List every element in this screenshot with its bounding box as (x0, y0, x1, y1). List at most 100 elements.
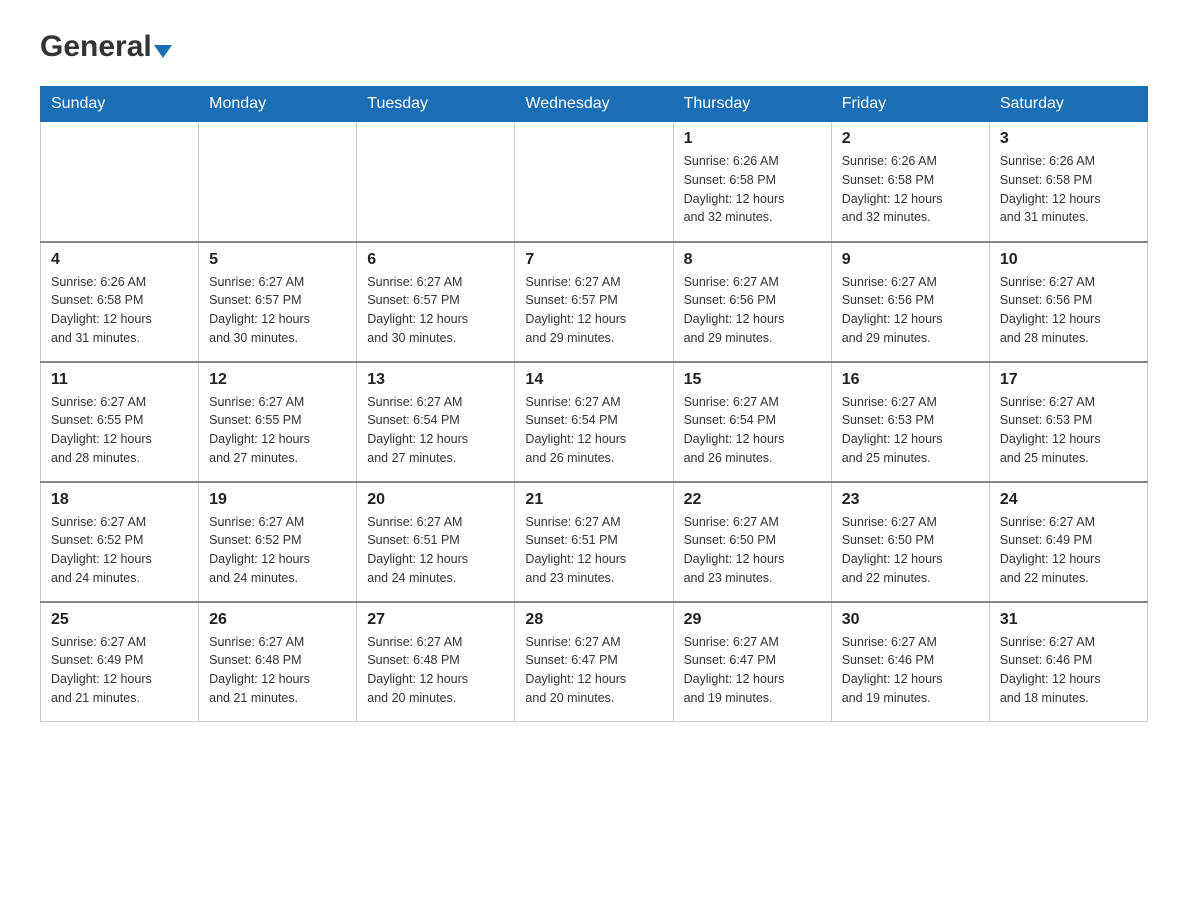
day-header-thursday: Thursday (673, 87, 831, 122)
calendar-cell: 11 Sunrise: 6:27 AMSunset: 6:55 PMDayligh… (41, 362, 199, 482)
day-number: 23 (842, 491, 979, 509)
day-info: Sunrise: 6:27 AMSunset: 6:47 PMDaylight:… (684, 633, 821, 708)
calendar-cell: 2Sunrise: 6:26 AMSunset: 6:58 PMDaylight… (831, 122, 989, 242)
day-number: 18 (51, 491, 188, 509)
calendar-cell: 1 Sunrise: 6:26 AMSunset: 6:58 PMDaylight… (673, 122, 831, 242)
calendar-cell: 14Sunrise: 6:27 AMSunset: 6:54 PMDayligh… (515, 362, 673, 482)
day-number: 25 (51, 611, 188, 629)
day-number: 29 (684, 611, 821, 629)
day-info: Sunrise: 6:27 AMSunset: 6:54 PMDaylight:… (367, 393, 504, 468)
calendar-cell: 5Sunrise: 6:27 AMSunset: 6:57 PMDaylight… (199, 242, 357, 362)
calendar-cell: 13 Sunrise: 6:27 AMSunset: 6:54 PMDayligh… (357, 362, 515, 482)
day-info: Sunrise: 6:27 AMSunset: 6:49 PMDaylight:… (51, 633, 188, 708)
day-info: Sunrise: 6:26 AMSunset: 6:58 PMDaylight:… (684, 152, 821, 227)
day-info: Sunrise: 6:27 AMSunset: 6:57 PMDaylight:… (367, 273, 504, 348)
calendar-header-row: SundayMondayTuesdayWednesdayThursdayFrid… (41, 87, 1148, 122)
day-info: Sunrise: 6:27 AMSunset: 6:52 PMDaylight:… (51, 513, 188, 588)
day-number: 11 (51, 371, 188, 389)
day-number: 16 (842, 371, 979, 389)
day-number: 26 (209, 611, 346, 629)
day-number: 24 (1000, 491, 1137, 509)
calendar-cell: 25 Sunrise: 6:27 AMSunset: 6:49 PMDayligh… (41, 602, 199, 722)
day-header-saturday: Saturday (989, 87, 1147, 122)
day-number: 19 (209, 491, 346, 509)
day-number: 22 (684, 491, 821, 509)
day-info: Sunrise: 6:27 AMSunset: 6:48 PMDaylight:… (367, 633, 504, 708)
calendar-week-row: 18 Sunrise: 6:27 AMSunset: 6:52 PMDayligh… (41, 482, 1148, 602)
day-info: Sunrise: 6:27 AMSunset: 6:52 PMDaylight:… (209, 513, 346, 588)
calendar-cell: 3 Sunrise: 6:26 AMSunset: 6:58 PMDaylight… (989, 122, 1147, 242)
day-info: Sunrise: 6:27 AMSunset: 6:50 PMDaylight:… (684, 513, 821, 588)
calendar-cell: 10 Sunrise: 6:27 AMSunset: 6:56 PMDayligh… (989, 242, 1147, 362)
day-number: 6 (367, 251, 504, 269)
day-number: 1 (684, 130, 821, 148)
day-number: 3 (1000, 130, 1137, 148)
day-info: Sunrise: 6:27 AMSunset: 6:51 PMDaylight:… (525, 513, 662, 588)
day-header-friday: Friday (831, 87, 989, 122)
calendar-cell: 24Sunrise: 6:27 AMSunset: 6:49 PMDayligh… (989, 482, 1147, 602)
day-info: Sunrise: 6:27 AMSunset: 6:54 PMDaylight:… (684, 393, 821, 468)
day-info: Sunrise: 6:27 AMSunset: 6:55 PMDaylight:… (51, 393, 188, 468)
day-info: Sunrise: 6:27 AMSunset: 6:46 PMDaylight:… (842, 633, 979, 708)
day-info: Sunrise: 6:27 AMSunset: 6:53 PMDaylight:… (842, 393, 979, 468)
calendar-cell (515, 122, 673, 242)
calendar-cell: 19 Sunrise: 6:27 AMSunset: 6:52 PMDayligh… (199, 482, 357, 602)
logo: General (40, 30, 172, 66)
day-number: 20 (367, 491, 504, 509)
day-info: Sunrise: 6:27 AMSunset: 6:53 PMDaylight:… (1000, 393, 1137, 468)
day-info: Sunrise: 6:27 AMSunset: 6:57 PMDaylight:… (209, 273, 346, 348)
calendar-cell: 16 Sunrise: 6:27 AMSunset: 6:53 PMDayligh… (831, 362, 989, 482)
day-info: Sunrise: 6:27 AMSunset: 6:56 PMDaylight:… (684, 273, 821, 348)
day-number: 13 (367, 371, 504, 389)
calendar-cell: 7 Sunrise: 6:27 AMSunset: 6:57 PMDaylight… (515, 242, 673, 362)
day-number: 17 (1000, 371, 1137, 389)
day-header-sunday: Sunday (41, 87, 199, 122)
day-header-tuesday: Tuesday (357, 87, 515, 122)
calendar-cell: 17 Sunrise: 6:27 AMSunset: 6:53 PMDayligh… (989, 362, 1147, 482)
calendar-week-row: 25 Sunrise: 6:27 AMSunset: 6:49 PMDayligh… (41, 602, 1148, 722)
day-number: 10 (1000, 251, 1137, 269)
calendar-cell: 27Sunrise: 6:27 AMSunset: 6:48 PMDayligh… (357, 602, 515, 722)
calendar-cell: 6 Sunrise: 6:27 AMSunset: 6:57 PMDaylight… (357, 242, 515, 362)
day-info: Sunrise: 6:27 AMSunset: 6:55 PMDaylight:… (209, 393, 346, 468)
calendar-cell: 29 Sunrise: 6:27 AMSunset: 6:47 PMDayligh… (673, 602, 831, 722)
logo-main-text: General (40, 30, 172, 64)
day-info: Sunrise: 6:27 AMSunset: 6:46 PMDaylight:… (1000, 633, 1137, 708)
day-number: 21 (525, 491, 662, 509)
day-info: Sunrise: 6:26 AMSunset: 6:58 PMDaylight:… (1000, 152, 1137, 227)
calendar-week-row: 11 Sunrise: 6:27 AMSunset: 6:55 PMDayligh… (41, 362, 1148, 482)
calendar-cell: 12 Sunrise: 6:27 AMSunset: 6:55 PMDayligh… (199, 362, 357, 482)
day-number: 9 (842, 251, 979, 269)
calendar-cell: 4 Sunrise: 6:26 AMSunset: 6:58 PMDaylight… (41, 242, 199, 362)
calendar-cell (199, 122, 357, 242)
calendar-week-row: 1 Sunrise: 6:26 AMSunset: 6:58 PMDaylight… (41, 122, 1148, 242)
calendar-cell (357, 122, 515, 242)
day-number: 28 (525, 611, 662, 629)
calendar-cell: 21 Sunrise: 6:27 AMSunset: 6:51 PMDayligh… (515, 482, 673, 602)
day-info: Sunrise: 6:27 AMSunset: 6:56 PMDaylight:… (842, 273, 979, 348)
day-number: 7 (525, 251, 662, 269)
day-number: 4 (51, 251, 188, 269)
day-number: 12 (209, 371, 346, 389)
day-header-monday: Monday (199, 87, 357, 122)
calendar-cell: 26Sunrise: 6:27 AMSunset: 6:48 PMDayligh… (199, 602, 357, 722)
day-info: Sunrise: 6:27 AMSunset: 6:56 PMDaylight:… (1000, 273, 1137, 348)
day-info: Sunrise: 6:27 AMSunset: 6:51 PMDaylight:… (367, 513, 504, 588)
calendar-cell: 20 Sunrise: 6:27 AMSunset: 6:51 PMDayligh… (357, 482, 515, 602)
day-number: 30 (842, 611, 979, 629)
calendar-cell: 31 Sunrise: 6:27 AMSunset: 6:46 PMDayligh… (989, 602, 1147, 722)
calendar-cell: 9 Sunrise: 6:27 AMSunset: 6:56 PMDaylight… (831, 242, 989, 362)
day-info: Sunrise: 6:27 AMSunset: 6:50 PMDaylight:… (842, 513, 979, 588)
logo-triangle-icon (154, 45, 172, 58)
calendar-cell: 8Sunrise: 6:27 AMSunset: 6:56 PMDaylight… (673, 242, 831, 362)
calendar-cell: 23 Sunrise: 6:27 AMSunset: 6:50 PMDayligh… (831, 482, 989, 602)
day-info: Sunrise: 6:27 AMSunset: 6:54 PMDaylight:… (525, 393, 662, 468)
day-header-wednesday: Wednesday (515, 87, 673, 122)
calendar-cell: 30 Sunrise: 6:27 AMSunset: 6:46 PMDayligh… (831, 602, 989, 722)
day-info: Sunrise: 6:26 AMSunset: 6:58 PMDaylight:… (51, 273, 188, 348)
day-info: Sunrise: 6:27 AMSunset: 6:57 PMDaylight:… (525, 273, 662, 348)
day-number: 31 (1000, 611, 1137, 629)
calendar-week-row: 4 Sunrise: 6:26 AMSunset: 6:58 PMDaylight… (41, 242, 1148, 362)
calendar-cell: 28Sunrise: 6:27 AMSunset: 6:47 PMDayligh… (515, 602, 673, 722)
calendar-cell: 18 Sunrise: 6:27 AMSunset: 6:52 PMDayligh… (41, 482, 199, 602)
